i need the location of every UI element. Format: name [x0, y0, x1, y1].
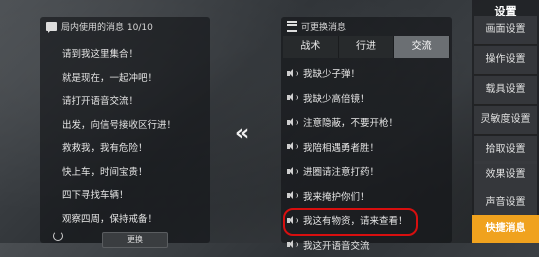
replaceable-message-item[interactable]: 注意隐蔽，不要开枪！: [287, 110, 448, 135]
speaker-icon[interactable]: [287, 240, 298, 249]
replaceable-message-item[interactable]: 我这开语音交流: [287, 233, 448, 257]
replaceable-message-item-highlighted[interactable]: 我这有物资，请来查看！: [287, 208, 448, 233]
speaker-icon[interactable]: [287, 118, 298, 127]
message-text: 注意隐蔽，不要开枪！: [303, 115, 398, 129]
tab-movement[interactable]: 行进: [339, 36, 395, 58]
in-match-message-item[interactable]: 请到我这里集合！: [62, 43, 176, 67]
sidebar-item-vehicle[interactable]: 载具设置: [474, 76, 537, 105]
chat-icon: [46, 22, 57, 31]
tab-tactics[interactable]: 战术: [283, 36, 339, 58]
speaker-icon[interactable]: [287, 93, 298, 102]
sidebar-item-sound[interactable]: 声音设置: [474, 189, 537, 218]
replaceable-messages-title: 可更换消息: [301, 20, 346, 33]
replace-button[interactable]: 更换: [102, 232, 168, 248]
replaceable-messages-panel: 可更换消息 战术 行进 交流 我缺少子弹！ 我缺少高倍镜！ 注意隐蔽，不要开枪！…: [281, 17, 452, 243]
message-text: 进圈请注意打药！: [303, 164, 379, 178]
in-match-message-list: 请到我这里集合！ 就是现在，一起冲吧！ 请打开语音交流！ 出发，向信号接收区行进…: [62, 43, 176, 231]
sidebar-item-sensitivity[interactable]: 灵敏度设置: [474, 106, 537, 135]
in-match-messages-header: 局内使用的消息 10/10: [40, 17, 210, 35]
replaceable-messages-header: 可更换消息: [281, 17, 452, 35]
refresh-icon[interactable]: [53, 231, 63, 241]
in-match-message-item[interactable]: 观察四周，保持戒备！: [62, 208, 176, 232]
message-text: 我这有物资，请来查看！: [303, 213, 408, 227]
in-match-message-item[interactable]: 就是现在，一起冲吧！: [62, 67, 176, 91]
replaceable-message-item[interactable]: 我缺少子弹！: [287, 61, 448, 86]
sidebar-item-effects[interactable]: 效果设置: [474, 161, 537, 190]
message-text: 我这开语音交流: [303, 238, 370, 252]
message-text: 我来掩护你们！: [303, 189, 370, 203]
replaceable-message-item[interactable]: 我来掩护你们！: [287, 184, 448, 209]
sidebar-item-controls[interactable]: 操作设置: [474, 46, 537, 75]
sidebar-item-quick-message[interactable]: 快捷消息: [472, 215, 539, 243]
in-match-messages-title: 局内使用的消息 10/10: [61, 20, 153, 33]
speaker-icon[interactable]: [287, 216, 298, 225]
replaceable-message-item[interactable]: 进圈请注意打药！: [287, 159, 448, 184]
speaker-icon[interactable]: [287, 142, 298, 151]
in-match-message-item[interactable]: 快上车，时间宝贵！: [62, 161, 176, 185]
message-text: 我缺少高倍镜！: [303, 91, 370, 105]
replaceable-message-list: 我缺少子弹！ 我缺少高倍镜！ 注意隐蔽，不要开枪！ 我陪相遇勇者胜！ 进圈请注意…: [287, 61, 448, 257]
sidebar-item-graphics[interactable]: 画面设置: [474, 16, 537, 45]
in-match-message-item[interactable]: 请打开语音交流！: [62, 90, 176, 114]
replaceable-message-item[interactable]: 我缺少高倍镜！: [287, 86, 448, 111]
speaker-icon[interactable]: [287, 167, 298, 176]
settings-sidebar: 设置 画面设置 操作设置 载具设置 灵敏度设置 拾取设置 效果设置 声音设置: [472, 0, 539, 243]
double-arrow-left-icon[interactable]: «: [235, 121, 247, 146]
message-category-tabs: 战术 行进 交流: [283, 36, 450, 58]
speaker-icon[interactable]: [287, 69, 298, 78]
tab-communication[interactable]: 交流: [394, 36, 450, 58]
message-text: 我陪相遇勇者胜！: [303, 140, 379, 154]
in-match-messages-panel: 局内使用的消息 10/10 请到我这里集合！ 就是现在，一起冲吧！ 请打开语音交…: [40, 17, 210, 243]
replaceable-message-item[interactable]: 我陪相遇勇者胜！: [287, 135, 448, 160]
message-text: 我缺少子弹！: [303, 66, 360, 80]
list-icon: [287, 21, 297, 32]
in-match-message-item[interactable]: 救救我，我有危险！: [62, 137, 176, 161]
left-panel-footer: 更换: [40, 229, 210, 243]
in-match-message-item[interactable]: 出发，向信号接收区行进！: [62, 114, 176, 138]
in-match-message-item[interactable]: 四下寻找车辆！: [62, 184, 176, 208]
speaker-icon[interactable]: [287, 191, 298, 200]
